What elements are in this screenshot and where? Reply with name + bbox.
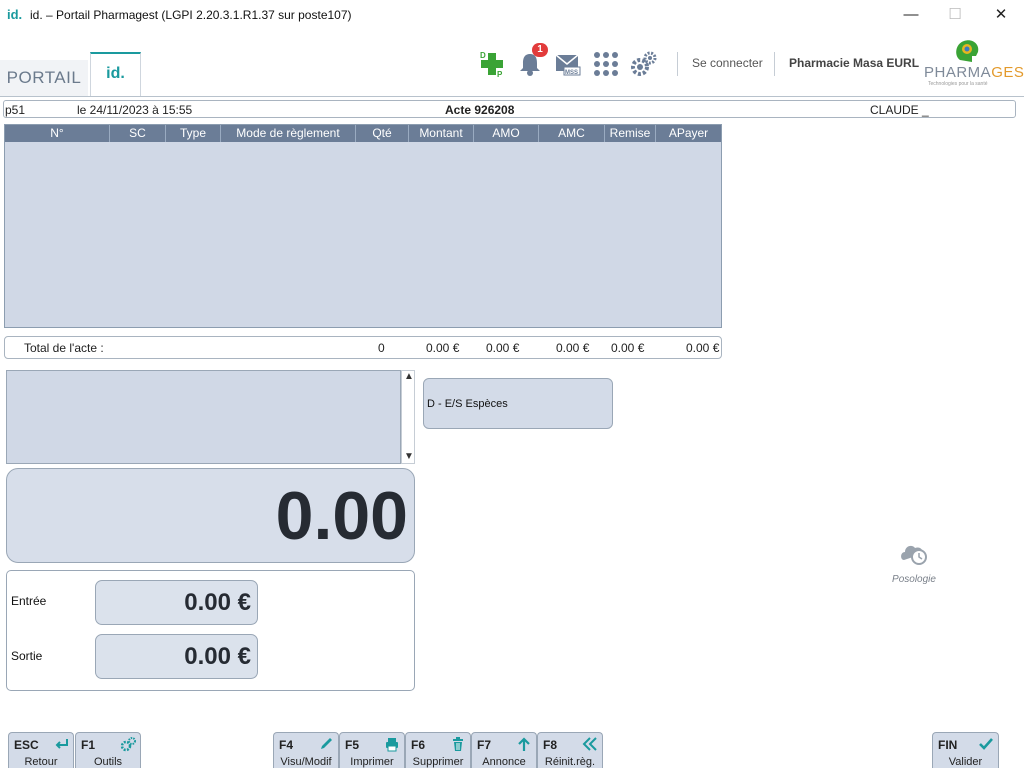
- amount-display: 0.00: [6, 468, 415, 563]
- app-header: PORTAIL id. D P 1 MSS Se connecter Pharm…: [0, 30, 1024, 97]
- fkey-code: F8: [543, 738, 558, 752]
- f5-imprimer-button[interactable]: F5 Imprimer: [339, 732, 405, 768]
- scroll-down-arrow-icon[interactable]: ▼: [403, 451, 415, 462]
- client-name: CLAUDE _: [870, 103, 929, 117]
- close-button[interactable]: ✕: [986, 4, 1016, 26]
- poste-label: p51: [5, 103, 26, 117]
- fkey-label: Réinit.règ.: [544, 756, 596, 768]
- total-montant: 0.00 €: [426, 341, 460, 355]
- sortie-label: Sortie: [11, 649, 43, 663]
- acte-number: Acte 926208: [445, 103, 515, 117]
- f7-annonce-button[interactable]: F7 Annonce: [471, 732, 537, 768]
- total-remise: 0.00 €: [611, 341, 645, 355]
- fkey-label: Annonce: [482, 756, 526, 768]
- arrow-up-icon: [518, 737, 530, 751]
- pharmagest-head-icon: [956, 40, 979, 62]
- total-amc: 0.00 €: [556, 341, 590, 355]
- col-mode-reglement[interactable]: Mode de règlement: [221, 125, 356, 142]
- f8-reinit-reg-button[interactable]: F8 Réinit.règ.: [537, 732, 603, 768]
- connect-link[interactable]: Se connecter: [692, 56, 763, 70]
- acte-date: le 24/11/2023 à 15:55: [77, 103, 193, 117]
- col-apayer[interactable]: APayer: [656, 125, 721, 142]
- total-amo: 0.00 €: [486, 341, 520, 355]
- col-type[interactable]: Type: [166, 125, 221, 142]
- tab-portail[interactable]: PORTAIL: [0, 60, 88, 96]
- total-qte: 0: [378, 341, 385, 355]
- gears-icon: [120, 737, 136, 752]
- fkey-code: F6: [411, 738, 426, 752]
- svg-text:P: P: [497, 70, 503, 78]
- fkey-label: Imprimer: [350, 756, 394, 768]
- fkey-code: F5: [345, 738, 360, 752]
- pharmagest-logo: PHARMAGEST: [924, 64, 1024, 81]
- col-numero[interactable]: N°: [5, 125, 110, 142]
- scroll-up-arrow-icon[interactable]: ▲: [403, 371, 415, 382]
- posologie-label: Posologie: [892, 574, 936, 585]
- return-icon: [55, 739, 68, 749]
- sortie-value[interactable]: 0.00 €: [95, 634, 258, 679]
- header-separator: [677, 52, 678, 76]
- posologie-button[interactable]: Posologie: [882, 540, 946, 585]
- total-label: Total de l'acte :: [24, 341, 104, 355]
- fin-valider-button[interactable]: FIN Valider: [932, 732, 999, 768]
- posologie-clock-icon: [901, 545, 927, 565]
- app-logo: id.: [7, 7, 23, 22]
- fkey-label: Supprimer: [412, 756, 464, 768]
- minimize-button[interactable]: —: [896, 4, 926, 26]
- svg-text:D: D: [480, 51, 486, 60]
- logo-tagline: Technologies pour la santé: [928, 81, 988, 87]
- fkey-code: F1: [81, 738, 96, 752]
- total-row: Total de l'acte : 0 0.00 € 0.00 € 0.00 €…: [4, 336, 722, 359]
- fkey-label: Retour: [24, 756, 58, 768]
- notification-badge: 1: [532, 43, 548, 57]
- col-amo[interactable]: AMO: [474, 125, 539, 142]
- esc-retour-button[interactable]: ESC Retour: [8, 732, 74, 768]
- entree-sortie-panel: Entrée 0.00 € Sortie 0.00 €: [6, 570, 415, 691]
- fkey-code: FIN: [938, 738, 958, 752]
- col-montant[interactable]: Montant: [409, 125, 474, 142]
- es-especes-button[interactable]: D - E/S Espèces: [423, 378, 613, 429]
- logo-gest-text: GEST: [991, 64, 1024, 81]
- reglement-table[interactable]: N° SC Type Mode de règlement Qté Montant…: [4, 124, 722, 328]
- svg-text:MSS: MSS: [565, 70, 578, 76]
- col-sc[interactable]: SC: [110, 125, 166, 142]
- amount-value: 0.00: [275, 478, 408, 554]
- fkey-code: ESC: [14, 738, 39, 752]
- title-bar: id. id. – Portail Pharmagest (LGPI 2.20.…: [0, 0, 1024, 30]
- entree-label: Entrée: [11, 594, 47, 608]
- total-apayer: 0.00 €: [686, 341, 720, 355]
- window-title: id. – Portail Pharmagest (LGPI 2.20.3.1.…: [30, 8, 352, 22]
- pharmacy-name: Pharmacie Masa EURL: [789, 56, 920, 70]
- f4-visu-modif-button[interactable]: F4 Visu/Modif: [273, 732, 339, 768]
- fkey-code: F4: [279, 738, 294, 752]
- double-chevron-left-icon: [582, 737, 597, 751]
- col-amc[interactable]: AMC: [539, 125, 605, 142]
- fkey-label: Valider: [948, 756, 983, 768]
- payment-list[interactable]: [6, 370, 401, 464]
- settings-gears-icon[interactable]: [630, 50, 658, 78]
- list-scrollbar[interactable]: ▲ ▼: [401, 370, 415, 464]
- f1-outils-button[interactable]: F1 Outils: [75, 732, 141, 768]
- logo-pharma-text: PHARMA: [924, 64, 992, 81]
- fkey-code: F7: [477, 738, 492, 752]
- mss-mail-icon[interactable]: MSS: [554, 50, 582, 78]
- tab-id[interactable]: id.: [90, 52, 141, 97]
- table-header: N° SC Type Mode de règlement Qté Montant…: [5, 125, 721, 142]
- col-remise[interactable]: Remise: [605, 125, 656, 142]
- f6-supprimer-button[interactable]: F6 Supprimer: [405, 732, 471, 768]
- acte-info-bar: p51 le 24/11/2023 à 15:55 Acte 926208 CL…: [3, 100, 1016, 118]
- col-qte[interactable]: Qté: [356, 125, 409, 142]
- header-divider: [0, 96, 1024, 97]
- dp-cross-icon[interactable]: D P: [479, 50, 507, 78]
- apps-grid-icon[interactable]: [592, 50, 620, 78]
- entree-value[interactable]: 0.00 €: [95, 580, 258, 625]
- pencil-icon: [321, 738, 332, 749]
- maximize-button[interactable]: ☐: [940, 4, 970, 26]
- trash-icon: [453, 737, 463, 751]
- fkey-label: Visu/Modif: [280, 756, 332, 768]
- check-icon: [979, 738, 993, 750]
- header-separator: [774, 52, 775, 76]
- fkey-label: Outils: [93, 756, 123, 768]
- printer-icon: [386, 738, 398, 752]
